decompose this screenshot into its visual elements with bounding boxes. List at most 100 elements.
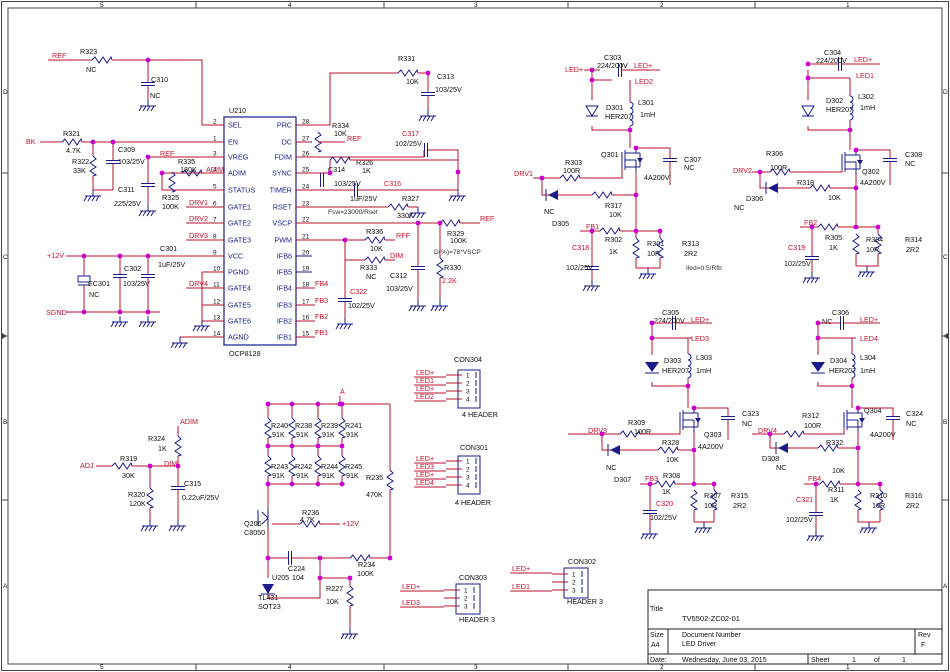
connector-pin-number: 2 [466,381,470,388]
c224-ref: C224 [288,564,305,573]
r329-val: 100K [450,236,467,245]
con302-type: HEADER 3 [567,597,603,606]
rev-label: Rev [918,632,931,639]
net-fb3-ic: FB3 [315,296,328,305]
junction-dot [265,481,271,487]
c322-val: 102/25V [348,301,375,310]
junction-dot [767,431,773,437]
resistor-ref: R245 [345,462,362,471]
ic-pin-number: 7 [213,217,217,224]
ic-pin-number: 10 [213,266,221,273]
r322-ref: R322 [72,157,89,166]
c302-val: 103/25V [123,279,150,288]
c316-ref: C316 [384,179,401,188]
of-value: 1 [902,657,906,664]
junction-dot [117,309,123,315]
c224-val: 104 [292,573,304,582]
c319-val: 102/25V [784,259,811,268]
d303-ref: D303 [664,356,681,365]
q304-ref: Q304 [864,406,882,415]
r320-val: 120K [129,499,146,508]
ic-pin-number: 24 [302,184,310,191]
c305-val: 224/200V [654,316,685,325]
r227-ref: R227 [326,584,343,593]
con304-ref: CON304 [454,355,482,364]
q302-ref: Q302 [862,167,880,176]
junction-dot [589,77,595,83]
resistor-ref: R244 [321,462,338,471]
c311-val: 225/25V [114,199,141,208]
r334-val: 10K [334,129,347,138]
junction-dot [317,555,323,561]
title-label: Title [650,606,663,613]
junction-dot [342,237,348,243]
r315-val: 2R2 [733,501,746,510]
r324-ref: R324 [148,434,165,443]
r312-val: 100R [804,421,821,430]
r328-val: 10K [666,455,679,464]
connector-net-label: LED2 [416,392,434,401]
ic-pin-name: IFB6 [277,252,292,261]
ic-pin-number: 25 [302,167,310,174]
ic-pin-name: GATE1 [228,203,251,212]
r333-ref: R333 [360,263,377,272]
junction-dot [657,228,663,234]
channel-4: D304 HER207 C306 NC LED+ LED4 L304 1mH Q… [752,308,923,542]
q206-ref: Q206 [244,519,262,528]
u205-ref: U205 [272,573,289,582]
c323-val: NC [742,419,752,428]
junction-dot [809,224,815,230]
r305-ref: R305 [825,233,842,242]
col-label-4-bottom: 4 [288,664,292,671]
c321-val: 102/25V [786,515,813,524]
r327-val: 330K [397,211,414,220]
r320-ref: R320 [128,490,145,499]
net-adim-ic: ADIM [206,165,224,174]
junction-dot [855,445,861,451]
junction-dot [649,320,655,326]
ic-pin-number: 16 [302,315,310,322]
net-drv1-ic: DRV1 [189,198,208,207]
d307-ref: D307 [614,475,631,484]
con303-type: HEADER 3 [459,615,495,624]
c310-val: NC [150,91,160,100]
junction-dot [81,253,87,259]
junction-dot [315,443,321,449]
q303-val: 4A200V [698,442,724,451]
net-ref-vscp: REF [480,214,495,223]
r330-ref: R330 [444,263,461,272]
r304-val: 10R [866,245,879,254]
c324-val: NC [906,419,916,428]
ic-pin-name: DC [282,138,292,147]
q302-val: 4A200V [860,178,886,187]
l304-ref: L304 [860,353,876,362]
junction-dot [691,405,697,411]
connector-con302: CON302 HEADER 3 123 LED+ LED1 [510,557,603,606]
c311-ref: C311 [118,185,135,194]
c308-val: NC [905,159,915,168]
net-ref-dc: REF [347,134,362,143]
connector-pin-number: 1 [466,459,470,466]
channel-1: LED+ D301 HER207 C303 224/200V LED+ LED2… [514,53,722,292]
ic-pin-number: 23 [302,201,310,208]
junction-dot [289,481,295,487]
r311-val: 1K [830,495,839,504]
net-led2-ch1: LED2 [635,77,653,86]
r313-ref: R313 [682,239,699,248]
r333-val: NC [366,272,376,281]
c317-ref: C317 [402,129,419,138]
d304-val: HER207 [829,366,856,375]
junction-dot [339,443,345,449]
c318-ref: C318 [572,243,589,252]
net-fb3-ch3: FB3 [645,474,658,483]
r313-val: 2R2 [684,249,697,258]
junction-dot [289,401,295,407]
r316-val: 2R2 [906,501,919,510]
junction-dot [589,67,595,73]
row-label-d-left: D [3,89,8,96]
resistor-ref: R240 [271,421,288,430]
q301-val: 4A200V [644,173,670,182]
junction-dot [855,405,861,411]
c301-val: 1uF/25V [158,260,185,269]
doc-name: LED Driver [682,641,717,648]
